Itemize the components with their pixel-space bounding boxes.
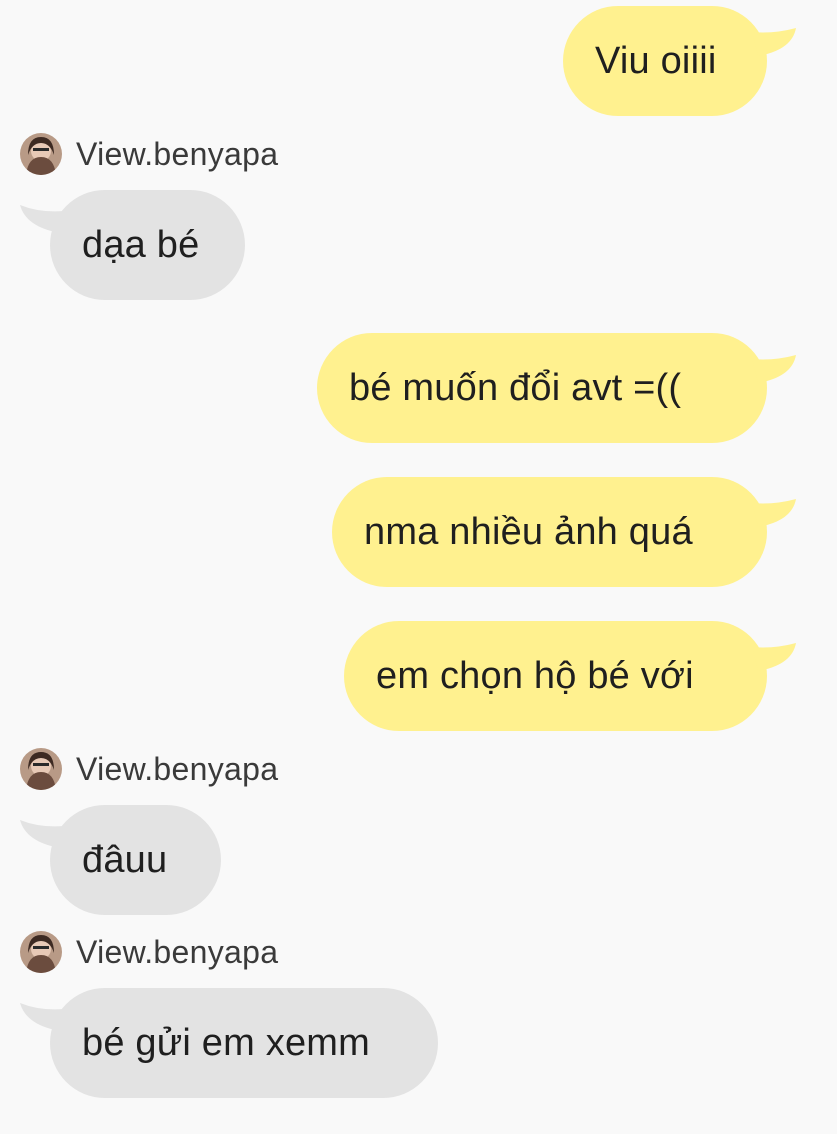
outgoing-message-bubble[interactable]: bé muốn đổi avt =((	[317, 333, 767, 443]
incoming-message-bubble[interactable]: dạa bé	[50, 190, 245, 300]
message-text: dạa bé	[82, 224, 200, 266]
incoming-message-bubble[interactable]: đâuu	[50, 805, 221, 915]
sender-header: View.benyapa	[20, 930, 278, 974]
profile-photo-avatar[interactable]	[20, 931, 62, 973]
sender-header: View.benyapa	[20, 747, 278, 791]
message-text: bé muốn đổi avt =((	[349, 367, 682, 409]
message-text: em chọn hộ bé với	[376, 655, 694, 697]
outgoing-bubble-tail	[752, 28, 796, 58]
sender-header: View.benyapa	[20, 132, 278, 176]
chat-thread: Viu oiiii View.benyapa dạa bé bé muốn đổ…	[0, 0, 837, 1134]
sender-name: View.benyapa	[76, 135, 279, 172]
outgoing-bubble-tail	[752, 499, 796, 529]
message-text: nma nhiều ảnh quá	[364, 511, 693, 553]
outgoing-message-bubble[interactable]: em chọn hộ bé với	[344, 621, 767, 731]
outgoing-message-bubble[interactable]: nma nhiều ảnh quá	[332, 477, 767, 587]
sender-name: View.benyapa	[76, 933, 279, 970]
outgoing-message-bubble[interactable]: Viu oiiii	[563, 6, 767, 116]
outgoing-bubble-tail	[752, 643, 796, 673]
message-text: bé gửi em xemm	[82, 1022, 370, 1064]
message-text: Viu oiiii	[595, 40, 717, 82]
profile-photo-avatar[interactable]	[20, 748, 62, 790]
profile-photo-avatar[interactable]	[20, 133, 62, 175]
sender-name: View.benyapa	[76, 750, 279, 787]
outgoing-bubble-tail	[752, 355, 796, 385]
message-text: đâuu	[82, 839, 168, 881]
incoming-message-bubble[interactable]: bé gửi em xemm	[50, 988, 438, 1098]
